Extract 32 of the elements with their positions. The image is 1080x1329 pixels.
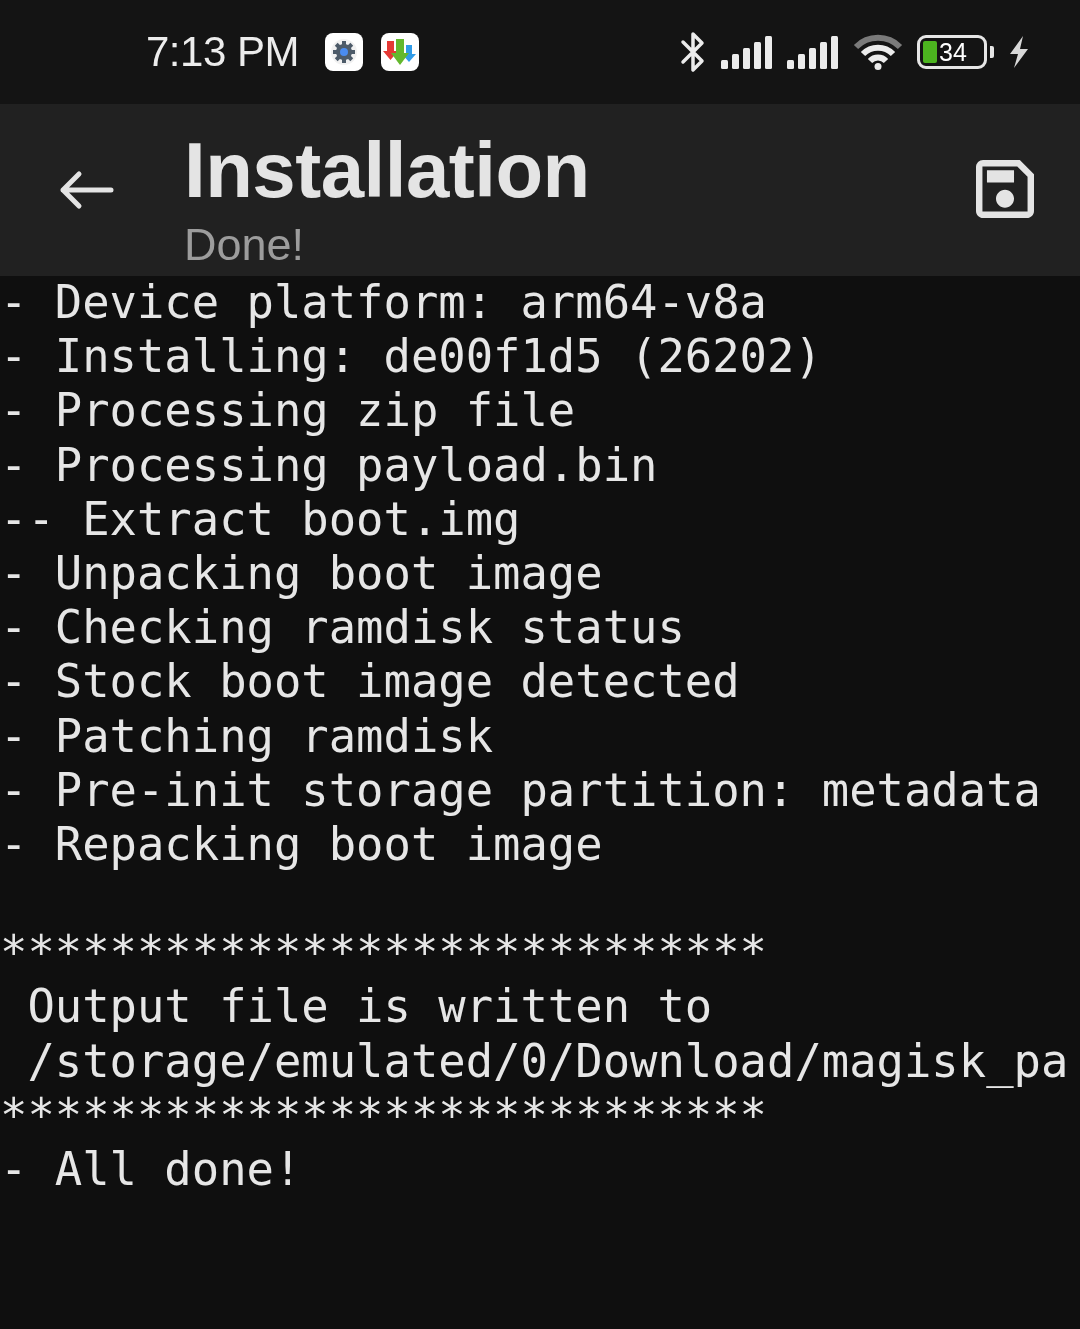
log-line: - Pre-init storage partition: metadata bbox=[0, 763, 1041, 818]
bluetooth-icon bbox=[679, 30, 707, 74]
log-line: - Device platform: arm64-v8a bbox=[0, 276, 767, 331]
signal-icon bbox=[787, 35, 839, 69]
status-time: 7:13 PM bbox=[146, 28, 299, 76]
back-arrow-icon bbox=[58, 170, 114, 210]
log-line: - Processing zip file bbox=[0, 384, 576, 439]
log-line: - Unpacking boot image bbox=[0, 546, 603, 602]
log-line: /storage/emulated/0/Download/magisk_pa bbox=[26, 1034, 1069, 1089]
log-line: -- Extract boot.img bbox=[0, 492, 521, 547]
log-line: **************************** bbox=[0, 926, 767, 981]
battery-charge-fill bbox=[923, 41, 937, 63]
battery-percent: 34 bbox=[939, 39, 967, 65]
wifi-icon bbox=[853, 34, 903, 70]
screen-title: Installation bbox=[184, 125, 590, 216]
log-line: - Processing payload.bin bbox=[0, 438, 658, 493]
download-arrows-icon bbox=[380, 33, 419, 71]
signal-icon bbox=[721, 35, 773, 69]
log-line: - Installing: de00f1d5 (26202) bbox=[0, 330, 822, 385]
back-button[interactable] bbox=[58, 170, 114, 210]
log-line: - Stock boot image detected bbox=[0, 655, 740, 710]
log-line: **************************** bbox=[0, 1088, 767, 1143]
save-button[interactable] bbox=[976, 160, 1034, 218]
log-line: - Repacking boot image bbox=[0, 817, 603, 873]
log-line: - Checking ramdisk status bbox=[0, 601, 685, 656]
gear-app-icon bbox=[324, 33, 363, 71]
save-icon bbox=[976, 160, 1034, 218]
log-line: - All done! bbox=[0, 1143, 302, 1198]
log-line: - Patching ramdisk bbox=[0, 709, 494, 764]
screen-subtitle: Done! bbox=[184, 220, 306, 270]
charging-bolt-icon bbox=[1008, 36, 1030, 68]
log-line: Output file is written to bbox=[26, 980, 713, 1035]
